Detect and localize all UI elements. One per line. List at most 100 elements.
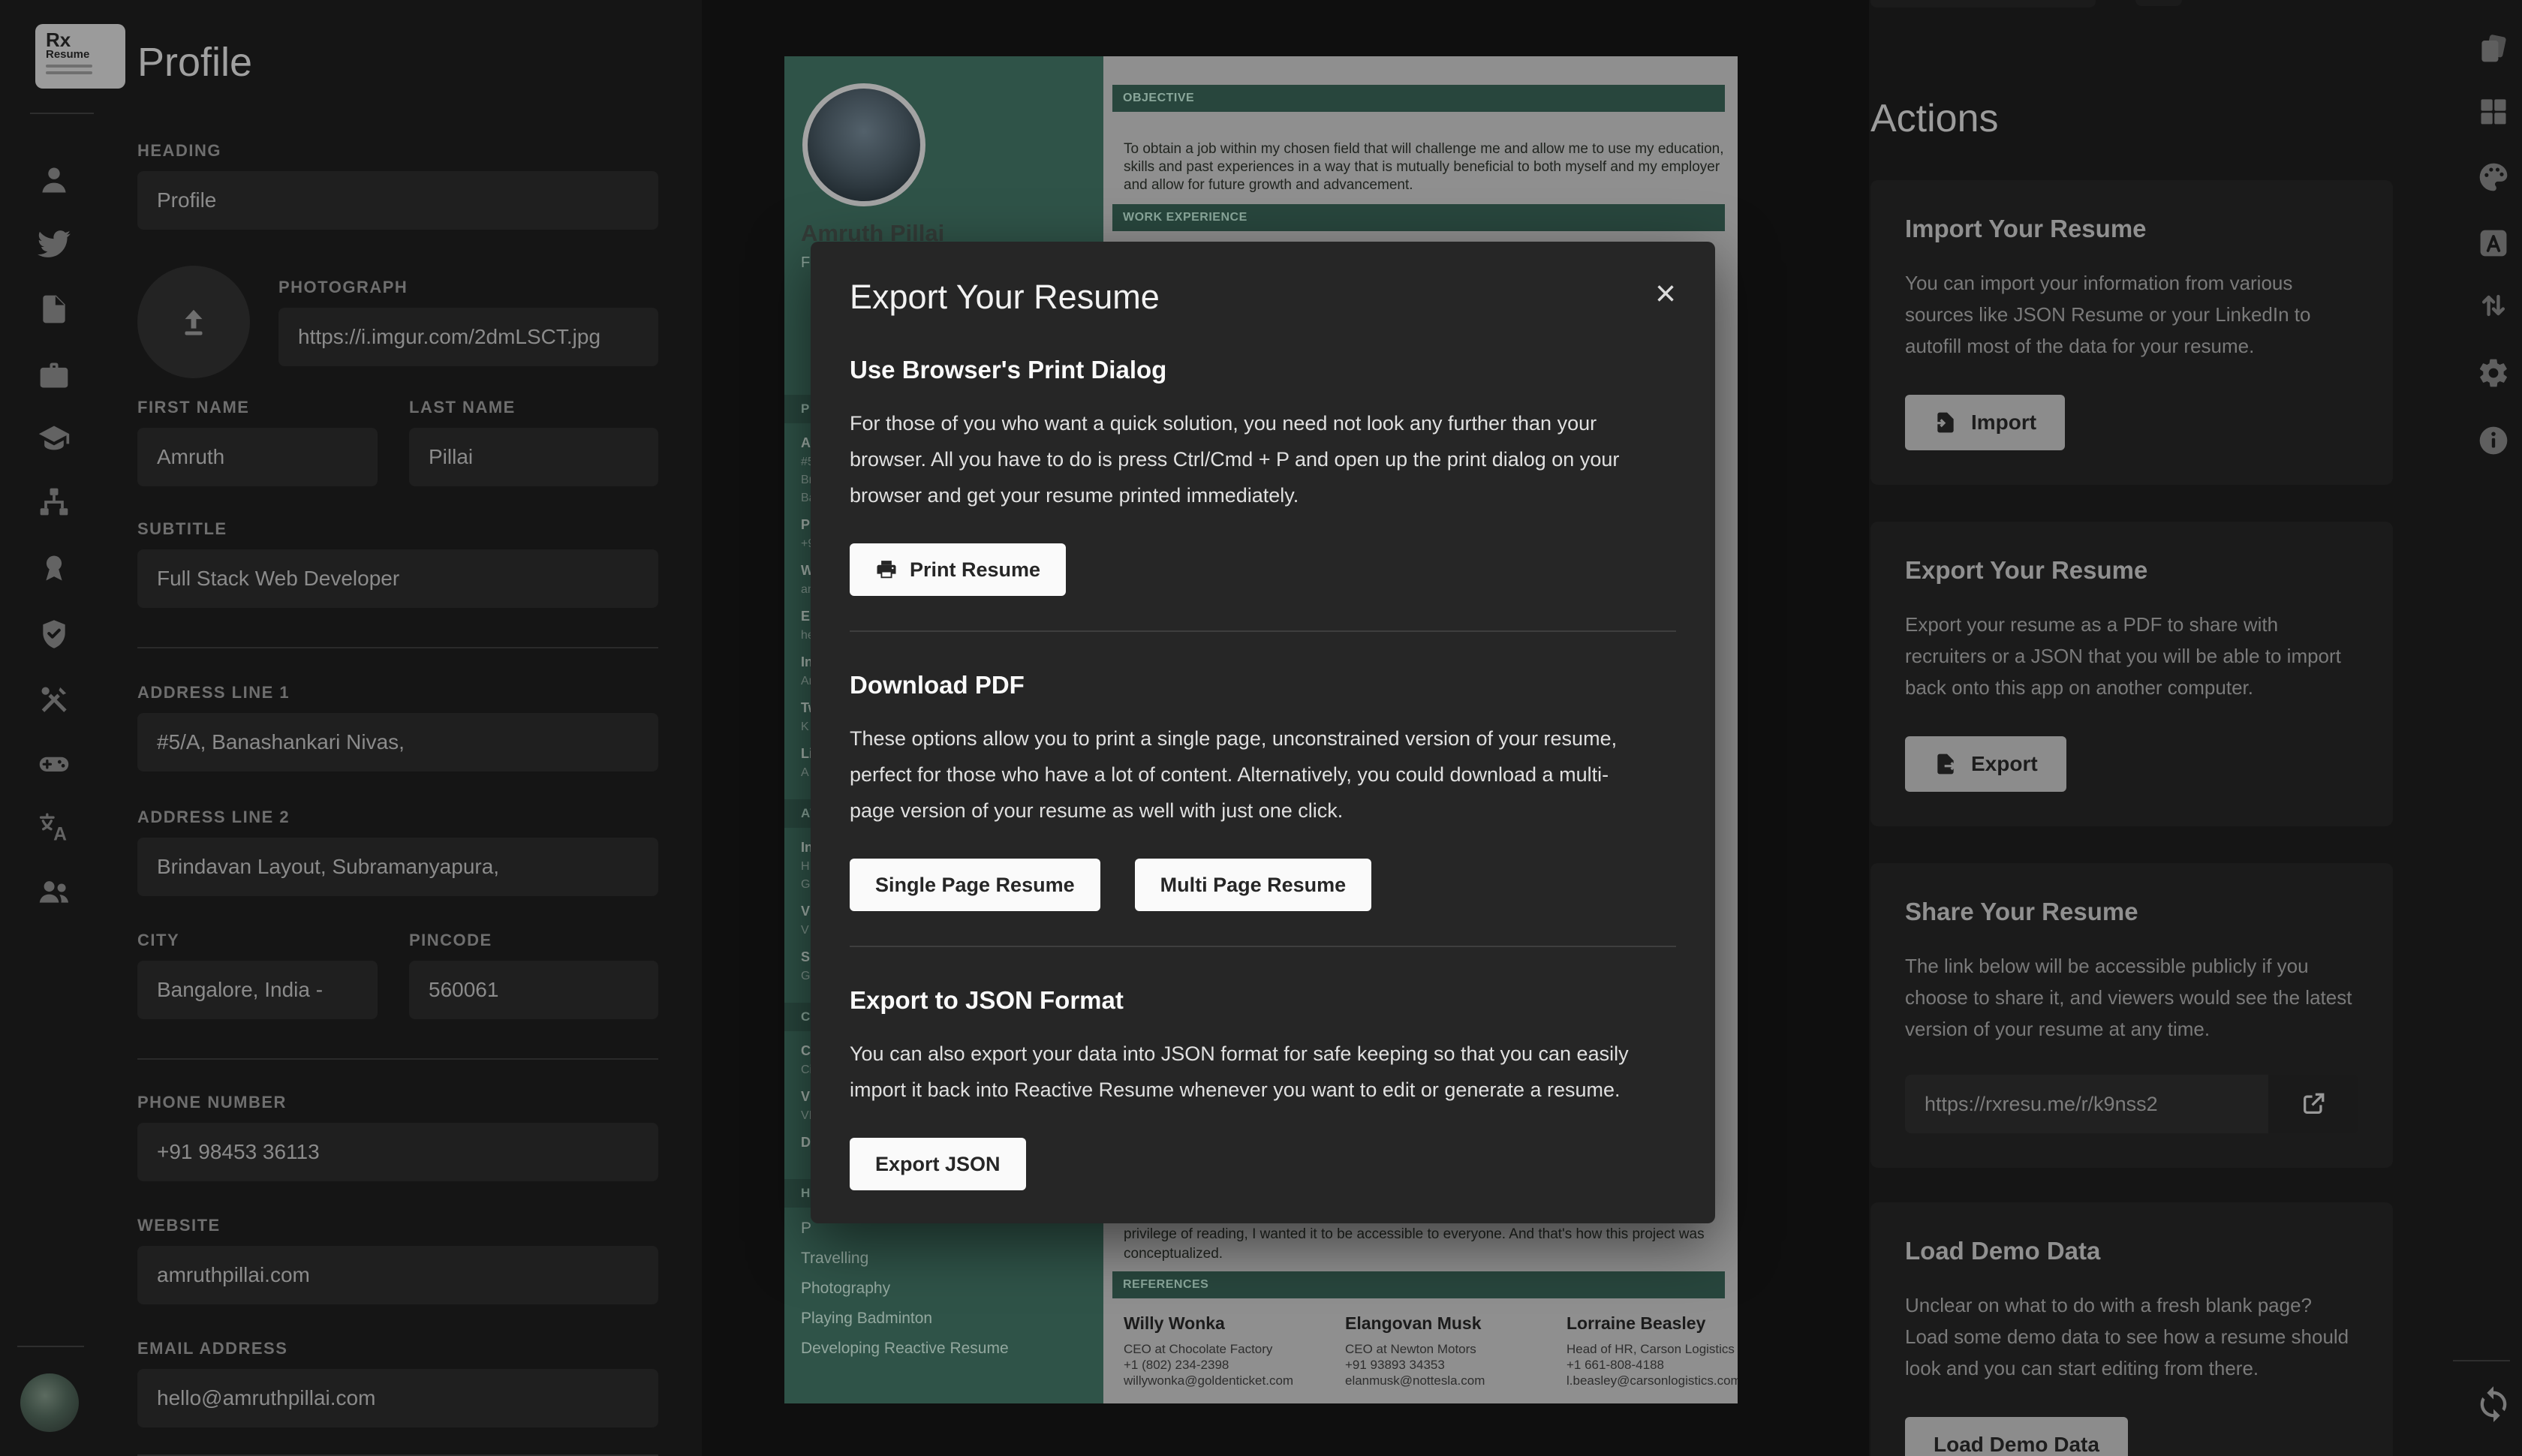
hobby-item: Playing Badminton [801,1310,1103,1328]
shield-check-icon[interactable] [38,618,71,651]
sitemap-icon[interactable] [38,486,71,519]
demo-card: Load Demo Data Unclear on what to do wit… [1870,1202,2393,1456]
multi-page-resume-button[interactable]: Multi Page Resume [1135,859,1372,911]
pincode-input[interactable] [409,961,658,1019]
reference-role: Head of HR, Carson Logistics [1566,1341,1738,1357]
city-label: CITY [137,931,378,950]
first-name-input[interactable] [137,428,378,486]
hobby-item: Travelling [801,1250,1103,1268]
import-card-heading: Import Your Resume [1905,215,2358,243]
email-label: EMAIL ADDRESS [137,1339,658,1358]
svg-text:A: A [53,824,67,844]
field-email: EMAIL ADDRESS [137,1339,658,1427]
field-city-pincode-row: CITY PINCODE [137,931,658,1019]
single-page-resume-button[interactable]: Single Page Resume [850,859,1100,911]
city-input[interactable] [137,961,378,1019]
last-name-label: LAST NAME [409,398,658,417]
people-icon[interactable] [38,874,71,907]
share-card-heading: Share Your Resume [1905,898,2358,926]
reference-name: Elangovan Musk [1345,1313,1566,1334]
share-card: Share Your Resume The link below will be… [1870,863,2393,1168]
json-section-body: You can also export your data into JSON … [850,1036,1649,1108]
phone-label: PHONE NUMBER [137,1093,658,1112]
graduation-cap-icon[interactable] [38,422,71,455]
open-share-link-button[interactable] [2268,1075,2358,1133]
translate-icon[interactable]: A [38,811,71,844]
modal-title: Export Your Resume [850,278,1160,317]
print-resume-button[interactable]: Print Resume [850,543,1066,596]
gamepad-icon[interactable] [38,747,71,780]
actions-title: Actions [1870,96,1999,141]
print-section-heading: Use Browser's Print Dialog [850,356,1676,384]
left-rail-divider [30,113,94,114]
logo-text: Rx [46,32,125,48]
pdf-section-body: These options allow you to print a singl… [850,720,1649,829]
address1-input[interactable] [137,713,658,772]
file-export-icon [1934,752,1958,776]
logo-subtext: Resume [46,48,125,61]
tools-icon[interactable] [38,683,71,716]
objective-text: To obtain a job within my chosen field t… [1124,140,1724,194]
reference-role: CEO at Chocolate Factory [1124,1341,1345,1357]
left-rail-divider-bottom [17,1346,84,1347]
user-avatar[interactable] [20,1373,79,1432]
reference-phone: +1 (802) 234-2398 [1124,1357,1345,1373]
briefcase-icon[interactable] [38,359,71,392]
phone-input[interactable] [137,1123,658,1181]
reference-entry: Elangovan Musk CEO at Newton Motors +91 … [1345,1313,1566,1388]
upload-photo-button[interactable] [137,266,250,378]
export-json-button[interactable]: Export JSON [850,1138,1026,1190]
info-icon[interactable] [2477,424,2510,457]
subtitle-label: SUBTITLE [137,519,658,539]
address2-label: ADDRESS LINE 2 [137,808,658,827]
person-icon[interactable] [38,164,71,197]
modal-divider [850,946,1676,947]
json-section-heading: Export to JSON Format [850,986,1676,1015]
export-card: Export Your Resume Export your resume as… [1870,522,2393,826]
reference-name: Lorraine Beasley [1566,1313,1738,1334]
templates-icon[interactable] [2477,32,2510,65]
import-button[interactable]: Import [1905,395,2065,450]
address2-input[interactable] [137,838,658,896]
layout-grid-icon[interactable] [2477,95,2510,128]
field-phone: PHONE NUMBER [137,1093,658,1181]
export-card-heading: Export Your Resume [1905,556,2358,585]
form-divider [137,1058,658,1060]
export-modal: Export Your Resume × Use Browser's Print… [811,242,1715,1223]
last-name-input[interactable] [409,428,658,486]
export-button[interactable]: Export [1905,736,2066,792]
medal-icon[interactable] [38,552,71,585]
heading-input[interactable] [137,171,658,230]
form-divider [137,647,658,648]
document-icon[interactable] [38,293,71,326]
reference-role: CEO at Newton Motors [1345,1341,1566,1357]
hobby-item: Photography [801,1280,1103,1298]
objective-header: OBJECTIVE [1112,85,1725,112]
share-link-input[interactable] [1905,1075,2268,1133]
pincode-label: PINCODE [409,931,658,950]
typography-icon[interactable] [2477,227,2510,260]
field-website: WEBSITE [137,1216,658,1304]
gear-icon[interactable] [2477,356,2510,390]
right-rail-divider [2453,1360,2510,1361]
import-card-body: You can import your information from var… [1905,267,2358,362]
twitter-bird-icon[interactable] [38,227,71,260]
app-logo[interactable]: Rx Resume [35,24,125,89]
reference-phone: +1 661-808-4188 [1566,1357,1738,1373]
field-subtitle: SUBTITLE [137,519,658,608]
import-export-arrows-icon[interactable] [2477,289,2510,322]
email-input[interactable] [137,1369,658,1427]
hobby-item: Developing Reactive Resume [801,1340,1103,1358]
reference-entry: Willy Wonka CEO at Chocolate Factory +1 … [1124,1313,1345,1388]
heading-label: HEADING [137,141,658,161]
printer-icon [875,558,898,581]
close-icon[interactable]: × [1655,278,1676,310]
subtitle-input[interactable] [137,549,658,608]
sync-icon[interactable] [2474,1385,2507,1418]
palette-icon[interactable] [2477,161,2510,194]
external-link-icon [2301,1091,2326,1117]
load-demo-data-button[interactable]: Load Demo Data [1905,1417,2128,1456]
photograph-input[interactable] [278,308,658,366]
reference-entry: Lorraine Beasley Head of HR, Carson Logi… [1566,1313,1738,1388]
website-input[interactable] [137,1246,658,1304]
